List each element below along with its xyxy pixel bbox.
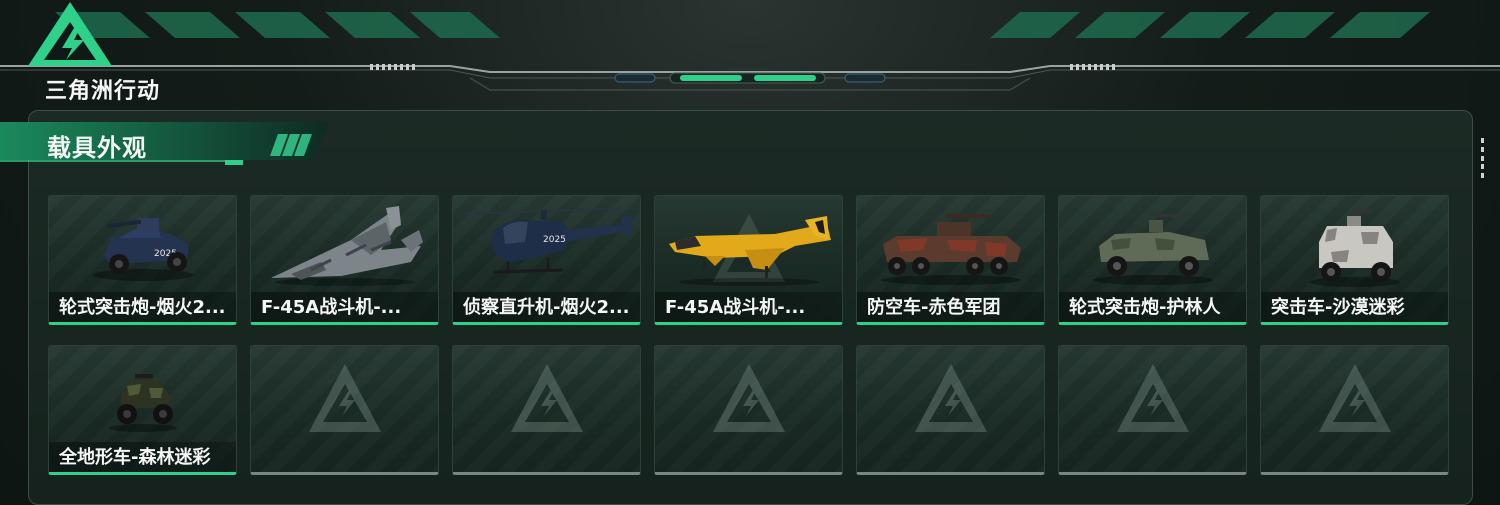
vehicle-card-label: 防空车-赤色军团 [867,297,1001,318]
vehicle-card-label: 侦察直升机-烟火2... [463,297,630,318]
vehicle-card[interactable]: 突击车-沙漠迷彩 [1260,195,1449,325]
watermark-logo-icon [915,364,987,432]
watermark-logo-icon [1117,364,1189,432]
panel-scroll-indicator[interactable] [1481,138,1485,178]
vehicle-card[interactable]: F-45A战斗机-... [250,195,439,325]
watermark-logo-icon [1319,364,1391,432]
empty-slot[interactable] [250,345,439,475]
vehicle-card-label: F-45A战斗机-... [261,297,402,318]
vehicle-card-label: 轮式突击炮-烟火2... [59,297,226,318]
vehicle-card-label: F-45A战斗机-... [665,297,806,318]
top-banner: 三角洲行动 [0,0,1500,104]
vehicle-card-label: 突击车-沙漠迷彩 [1271,297,1405,318]
helicopter-blue-icon: 2025 [462,207,634,274]
assault-vehicle-white-icon [1310,210,1400,287]
watermark-logo-icon [713,364,785,432]
watermark-logo-icon [511,364,583,432]
atv-green-icon [109,374,177,432]
empty-slot[interactable] [1058,345,1247,475]
vehicle-card-label: 全地形车-森林迷彩 [59,447,211,468]
armored-car-blue-icon: 2025 [93,218,193,281]
vehicle-card[interactable]: 轮式突击炮-护林人 [1058,195,1247,325]
empty-slot[interactable] [856,345,1045,475]
vehicle-card-label: 轮式突击炮-护林人 [1069,297,1221,318]
watermark-logo-icon [309,364,381,432]
aa-vehicle-red-icon [881,214,1021,285]
svg-text:2025: 2025 [543,235,566,245]
fighter-jet-camo-icon [271,206,423,286]
vehicle-card[interactable]: 全地形车-森林迷彩 [48,345,237,475]
fighter-jet-yellow-icon [669,216,831,286]
game-screen: 三角洲行动 载具外观 2025 轮式突击炮-烟火2... F-45A战斗机-..… [0,0,1500,505]
vehicle-card[interactable]: 2025 侦察直升机-烟火2... [452,195,641,325]
section-title: 载具外观 [47,134,147,162]
game-logo-text: 三角洲行动 [45,79,161,104]
empty-slot[interactable] [1260,345,1449,475]
vehicle-card[interactable]: F-45A战斗机-... [654,195,843,325]
empty-slot[interactable] [452,345,641,475]
banner-frame [0,12,1500,91]
vehicle-card[interactable]: 防空车-赤色军团 [856,195,1045,325]
armored-car-green-icon [1093,214,1213,285]
vehicle-card[interactable]: 2025 轮式突击炮-烟火2... [48,195,237,325]
empty-slot[interactable] [654,345,843,475]
